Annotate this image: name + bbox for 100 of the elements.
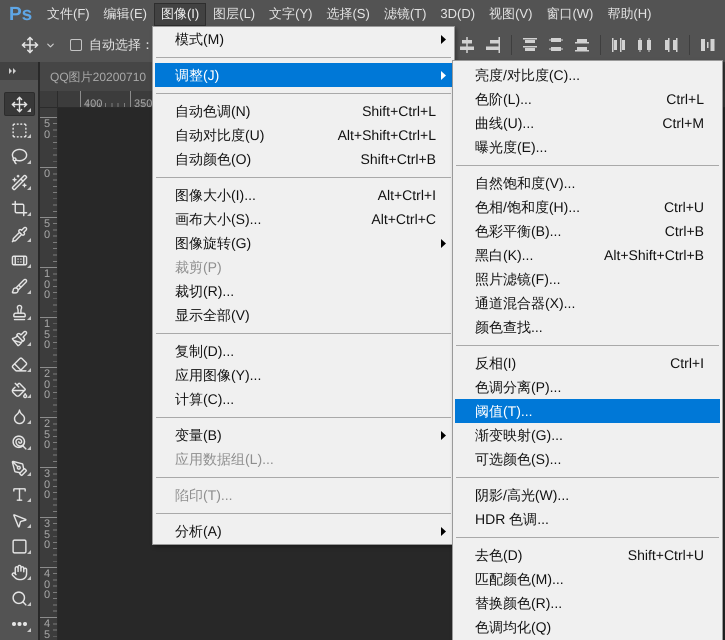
menu-item[interactable]: 画布大小(S)... Alt+Ctrl+C <box>155 207 452 231</box>
menu-item[interactable]: 自动色调(N) Shift+Ctrl+L <box>155 99 452 123</box>
menu-item[interactable]: 裁切(R)... <box>155 279 452 303</box>
keyboard-shortcut: Ctrl+B <box>664 222 704 240</box>
rounded-square-icon <box>10 538 28 554</box>
keyboard-shortcut: Ctrl+L <box>666 90 704 108</box>
menu-item[interactable]: 色阶(L)... Ctrl+L <box>455 87 720 111</box>
menu-item[interactable]: 分析(A) <box>155 519 452 543</box>
menu-item[interactable]: 计算(C)... <box>155 387 452 411</box>
menu-item[interactable]: 通道混合器(X)... <box>455 291 720 315</box>
align-horizontal-centers-icon[interactable] <box>459 37 475 53</box>
auto-select-checkbox[interactable] <box>70 39 82 51</box>
align-right-edges-icon[interactable] <box>485 37 501 53</box>
menu-item[interactable]: 图像大小(I)... Alt+Ctrl+I <box>155 183 452 207</box>
menu-item[interactable]: 色调分离(P)... <box>455 375 720 399</box>
app-logo: Ps <box>8 4 34 24</box>
menu-item[interactable]: 去色(D) Shift+Ctrl+U <box>455 543 720 567</box>
keyboard-shortcut: Alt+Shift+Ctrl+L <box>338 126 436 144</box>
menu-item[interactable]: 黑白(K)... Alt+Shift+Ctrl+B <box>455 243 720 267</box>
menu-item[interactable]: HDR 色调... <box>455 507 720 531</box>
move-tool-button[interactable] <box>4 92 34 116</box>
menu-item[interactable]: 照片滤镜(F)... <box>455 267 720 291</box>
auto-select-label: 自动选择： <box>89 36 154 54</box>
menu-bar-item[interactable]: 编辑(E) <box>96 2 154 26</box>
pointer-arrow-icon <box>10 512 28 528</box>
document-tab[interactable]: QQ图片20200710 <box>40 62 152 91</box>
menu-item[interactable]: 颜色查找... <box>455 315 720 339</box>
eyedropper-icon <box>10 226 28 242</box>
menu-bar-item[interactable]: 帮助(H) <box>600 2 658 26</box>
corner-triangle-icon <box>26 342 30 346</box>
distribute-spacing-icon[interactable] <box>700 37 716 53</box>
menu-item[interactable]: 色彩平衡(B)... Ctrl+B <box>455 219 720 243</box>
keyboard-shortcut: Ctrl+U <box>664 198 704 216</box>
lollipop-icon <box>10 434 28 450</box>
menu-bar-item[interactable]: 视图(V) <box>482 2 540 26</box>
menu-item[interactable]: 色调均化(Q) <box>455 615 720 639</box>
distribute-left-edges-icon[interactable] <box>611 37 627 53</box>
menu-bar-item[interactable]: 文件(F) <box>40 2 97 26</box>
keyboard-shortcut: Shift+Ctrl+B <box>360 150 436 168</box>
ruler-number: 50 <box>44 119 50 140</box>
keyboard-shortcut: Shift+Ctrl+U <box>628 546 704 564</box>
eraser-icon <box>10 356 28 372</box>
distribute-right-edges-icon[interactable] <box>663 37 679 53</box>
distribute-vertical-centers-icon[interactable] <box>548 37 564 53</box>
crop-icon <box>10 200 28 216</box>
menu-item[interactable]: 显示全部(V) <box>155 303 452 327</box>
distribute-top-edges-icon[interactable] <box>522 37 538 53</box>
menu-bar-item[interactable]: 3D(D) <box>433 2 482 26</box>
menu-item[interactable]: 自动颜色(O) Shift+Ctrl+B <box>155 147 452 171</box>
ruler-number: 300 <box>44 469 50 500</box>
menu-item[interactable]: 匹配颜色(M)... <box>455 567 720 591</box>
menu-item[interactable]: 亮度/对比度(C)... <box>455 63 720 87</box>
ruler-number: 100 <box>44 269 50 300</box>
menu-item[interactable]: 曝光度(E)... <box>455 135 720 159</box>
stamp-icon <box>10 304 28 320</box>
brush-icon <box>10 278 28 294</box>
menu-item[interactable]: 自然饱和度(V)... <box>455 171 720 195</box>
menu-item[interactable]: 渐变映射(G)... <box>455 423 720 447</box>
menu-bar-item[interactable]: 图像(I) <box>154 2 206 26</box>
keyboard-shortcut: Ctrl+I <box>670 354 704 372</box>
menu-item[interactable]: 色相/饱和度(H)... Ctrl+U <box>455 195 720 219</box>
menu-item[interactable]: 可选颜色(S)... <box>455 447 720 471</box>
corner-triangle-icon <box>26 420 30 424</box>
menu-item[interactable]: 曲线(U)... Ctrl+M <box>455 111 720 135</box>
ruler-number: 50 <box>44 219 50 240</box>
distribute-bottom-edges-icon[interactable] <box>574 37 590 53</box>
menu-item[interactable]: 图像旋转(G) <box>155 231 452 255</box>
menu-item[interactable]: 调整(J) <box>155 63 452 87</box>
menu-bar-item[interactable]: 文字(Y) <box>262 2 320 26</box>
corner-triangle-icon <box>26 576 30 580</box>
menu-bar-item[interactable]: 图层(L) <box>206 2 262 26</box>
keyboard-shortcut: Alt+Ctrl+C <box>371 210 436 228</box>
menu-item[interactable]: 复制(D)... <box>155 339 452 363</box>
distribute-horizontal-centers-icon[interactable] <box>637 37 653 53</box>
menu-item[interactable]: 变量(B) <box>155 423 452 447</box>
menu-item[interactable]: 模式(M) <box>155 27 452 51</box>
menu-item[interactable]: 替换颜色(R)... <box>455 591 720 615</box>
corner-triangle-icon <box>26 368 30 372</box>
magic-wand-icon <box>10 174 28 190</box>
menu-item[interactable]: 阴影/高光(W)... <box>455 483 720 507</box>
menu-bar-item[interactable]: 窗口(W) <box>539 2 600 26</box>
magnifier-icon <box>10 590 28 606</box>
menu-item[interactable]: 阈值(T)... <box>455 399 720 423</box>
paint-bucket-icon <box>10 382 28 398</box>
ruler-number: 250 <box>44 419 50 450</box>
dashed-square-icon <box>10 122 28 138</box>
corner-triangle-icon <box>26 212 30 216</box>
corner-triangle-icon <box>26 186 30 190</box>
move-icon <box>21 36 39 54</box>
menu-bar-item[interactable]: 滤镜(T) <box>376 2 434 26</box>
menu-item[interactable]: 应用图像(Y)... <box>155 363 452 387</box>
move-icon <box>10 96 28 112</box>
menu-item[interactable]: 自动对比度(U) Alt+Shift+Ctrl+L <box>155 123 452 147</box>
menu-bar-item[interactable]: 选择(S) <box>319 2 377 26</box>
keyboard-shortcut: Ctrl+M <box>662 114 704 132</box>
corner-triangle-icon <box>26 602 30 606</box>
menu-item[interactable]: 反相(I) Ctrl+I <box>455 351 720 375</box>
double-chevron-icon[interactable] <box>9 68 17 74</box>
corner-triangle-icon <box>26 264 30 268</box>
ruler-number: 400 <box>84 98 102 107</box>
